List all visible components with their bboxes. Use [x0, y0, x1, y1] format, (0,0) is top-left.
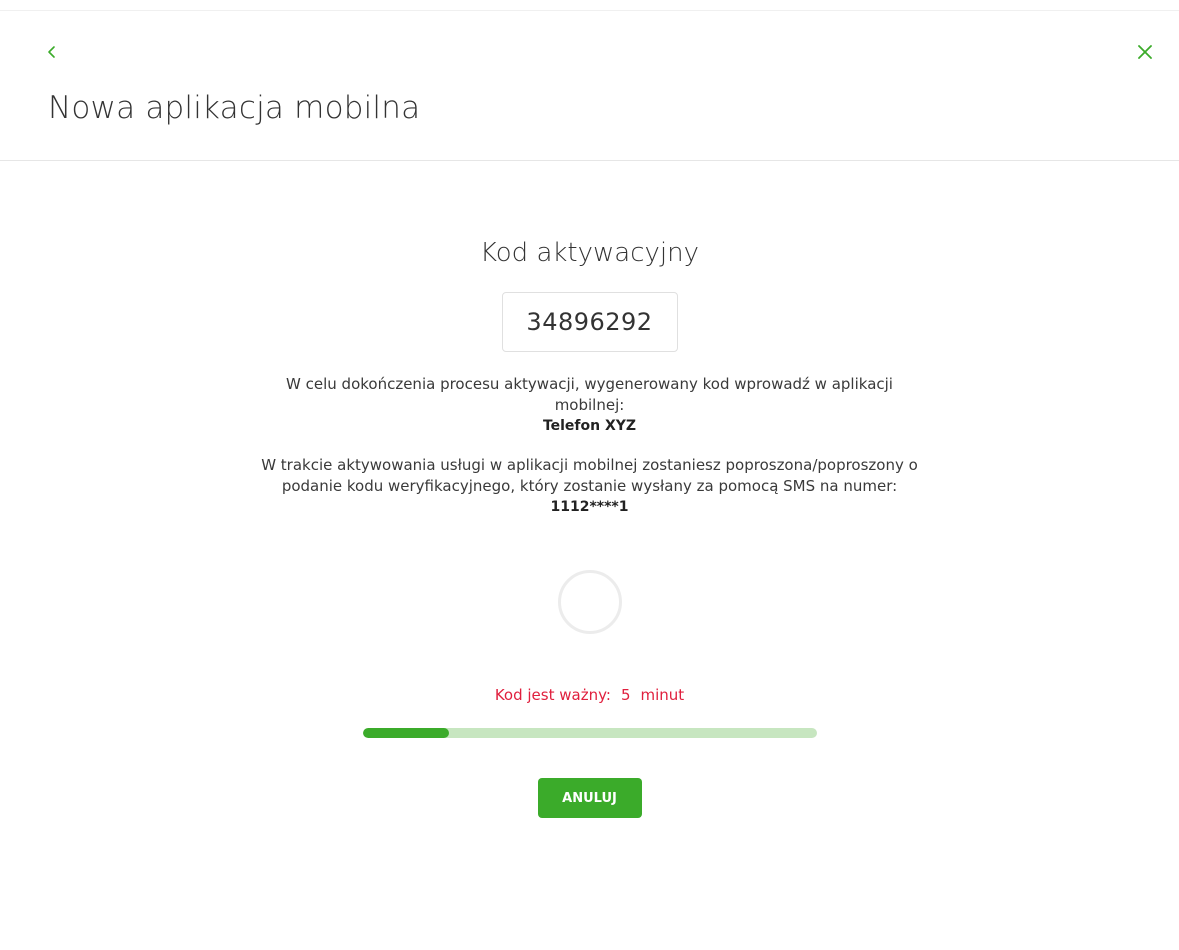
activation-code-value: 34896292	[501, 292, 678, 352]
close-button[interactable]	[1133, 40, 1157, 64]
instruction-text: W celu dokończenia procesu aktywacji, wy…	[286, 375, 893, 414]
activation-instruction: W celu dokończenia procesu aktywacji, wy…	[260, 374, 920, 437]
back-button[interactable]	[40, 40, 64, 64]
code-validity: Kod jest ważny: 5 minut	[495, 686, 684, 704]
page-title: Nowa aplikacja mobilna	[48, 90, 421, 126]
device-name: Telefon XYZ	[542, 418, 637, 434]
validity-progress-bar	[362, 728, 817, 738]
top-divider	[0, 10, 1179, 11]
validity-progress-fill	[362, 728, 449, 738]
sms-instruction: W trakcie aktywowania usługi w aplikacji…	[260, 455, 920, 518]
cancel-button[interactable]: ANULUJ	[537, 778, 642, 818]
activation-code-heading: Kod aktywacyjny	[480, 238, 699, 268]
close-icon	[1138, 45, 1152, 59]
chevron-left-icon	[48, 46, 55, 58]
validity-unit: minut	[640, 686, 685, 704]
phone-number: 1112****1	[550, 499, 629, 515]
activation-panel: Kod aktywacyjny 34896292 W celu dokończe…	[0, 160, 1179, 818]
page: Nowa aplikacja mobilna Kod aktywacyjny 3…	[0, 0, 1179, 950]
validity-value: 5	[620, 686, 631, 704]
loading-spinner	[557, 570, 622, 634]
sms-info-text: W trakcie aktywowania usługi w aplikacji…	[261, 456, 918, 495]
validity-label: Kod jest ważny:	[494, 686, 611, 704]
